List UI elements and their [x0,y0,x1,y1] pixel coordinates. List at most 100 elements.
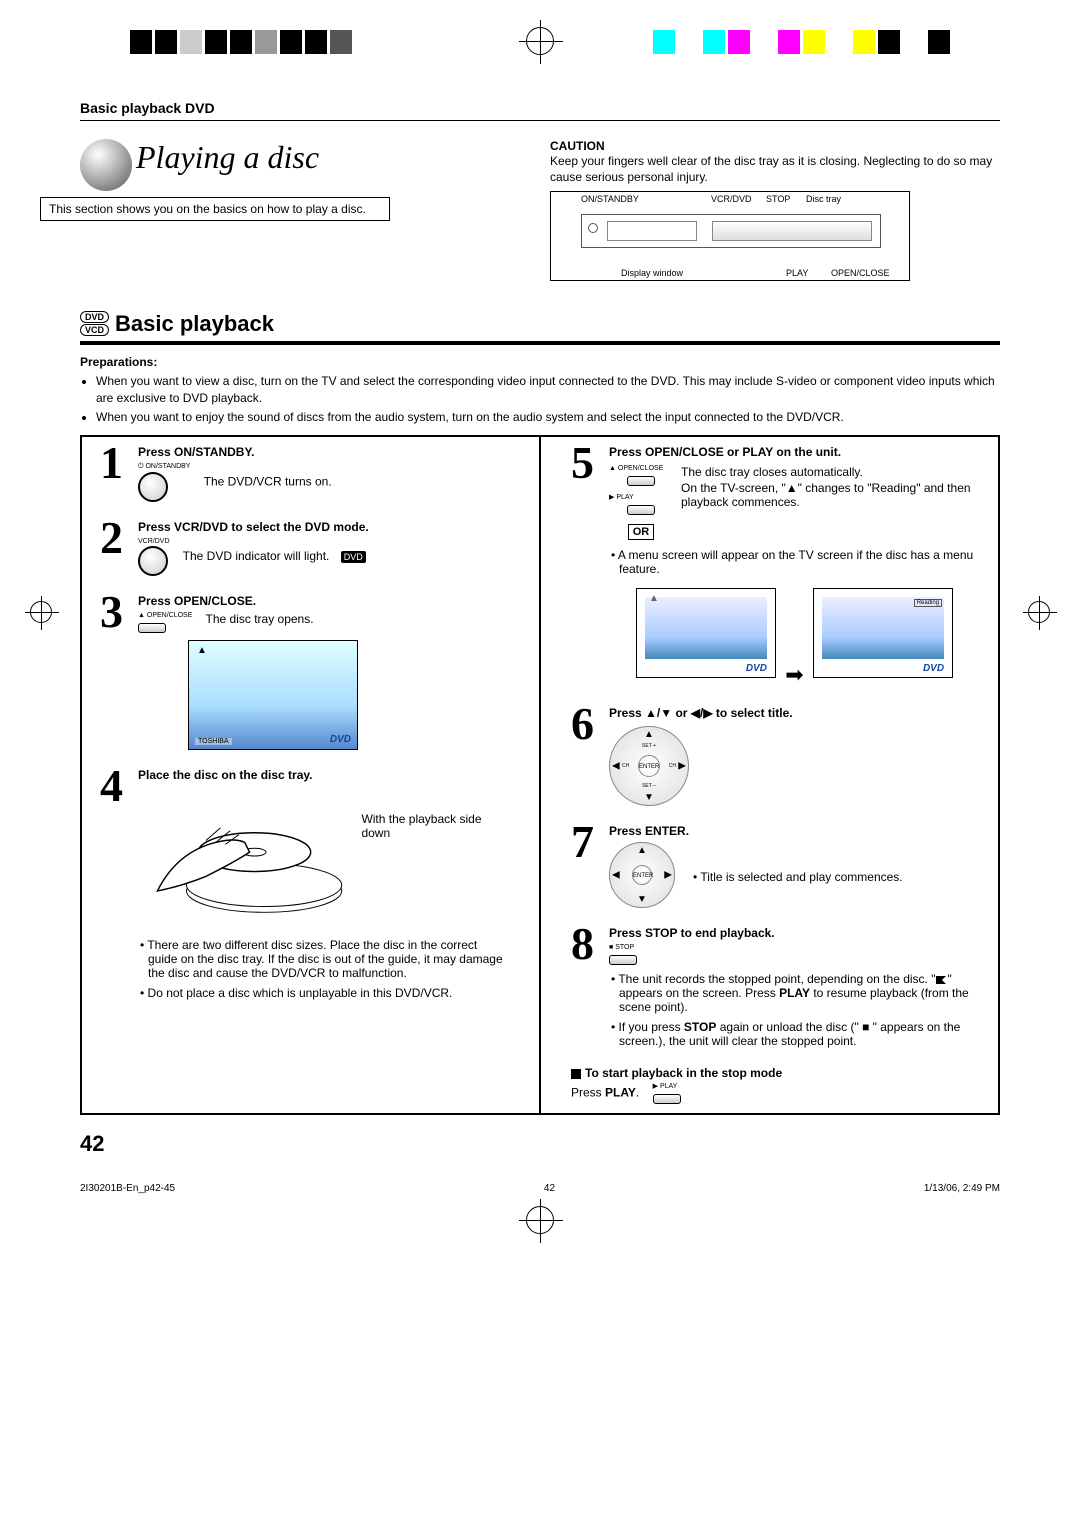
step-note: • There are two different disc sizes. Pl… [138,938,509,980]
preparations-list: When you want to view a disc, turn on th… [80,373,1000,425]
play-button-icon [653,1094,681,1104]
caution-title: CAUTION [550,139,1000,153]
step-3: 3 Press OPEN/CLOSE. ▲ OPEN/CLOSE The dis… [100,594,509,750]
title-row: Playing a disc This section shows you on… [80,139,1000,281]
prep-item: When you want to enjoy the sound of disc… [96,409,1000,425]
button-label: ▲ OPEN/CLOSE [138,612,192,619]
column-divider [539,437,541,1113]
footer-timestamp: 1/13/06, 2:49 PM [924,1183,1000,1194]
page-header: Basic playback DVD [80,100,1000,116]
reading-badge: Reading [914,599,942,607]
header-rule [80,120,1000,121]
tv-screen-tray-open: ▲ DVD TOSHIBA [188,640,358,750]
step-2: 2 Press VCR/DVD to select the DVD mode. … [100,520,509,576]
vcr-dvd-button-icon [138,546,168,576]
step-7: 7 Press ENTER. ▲▼ ◀▶ ENTER • Title is se… [571,824,980,908]
step-text: The DVD indicator will light. [183,549,330,563]
step-text: • Title is selected and play commences. [693,870,903,884]
hand-placing-disc-icon [138,782,351,932]
step-title: Press OPEN/CLOSE. [138,594,509,608]
section-heading: DVD VCD Basic playback [80,311,1000,337]
step-title: Press ▲/▼ or ◀/▶ to select title. [609,706,980,720]
footer-pagenum: 42 [544,1183,555,1194]
color-bars-right [653,30,950,54]
open-close-button-icon [627,476,655,486]
on-standby-button-icon [138,472,168,502]
manual-page: Basic playback DVD Playing a disc This s… [0,0,1080,1224]
unit-diagram: ON/STANDBY VCR/DVD STOP Disc tray Displa… [550,191,910,281]
step-title: Press ENTER. [609,824,980,838]
media-badge: DVD VCD [80,311,109,337]
step-note: • Do not place a disc which is unplayabl… [138,986,509,1000]
subsection-title: To start playback in the stop mode [585,1066,782,1080]
button-label: ▲ OPEN/CLOSE [609,465,673,472]
footer-filename: 2I30201B-En_p42-45 [80,1183,175,1194]
or-label: OR [628,524,655,540]
step-number: 1 [100,445,130,502]
caution-text: Keep your fingers well clear of the disc… [550,153,1000,185]
step-number: 7 [571,824,601,908]
brand-logo: TOSHIBA [195,738,232,745]
diagram-label-openclose: OPEN/CLOSE [831,268,890,278]
print-marks-top [0,30,1080,80]
nav-pad-icon: ▲▼ ◀▶ ENTER SET + SET – CH CH [609,726,689,806]
diagram-label-disctray: Disc tray [806,194,841,204]
tv-screen-before: ▲ DVD [636,588,776,678]
stop-button-icon [609,955,637,965]
title-sphere-icon [80,139,132,191]
eject-icon: ▲ [649,593,659,604]
step-number: 5 [571,445,601,688]
step-number: 6 [571,706,601,806]
subtitle-box: This section shows you on the basics on … [40,197,390,221]
dvd-logo-icon: DVD [746,663,767,674]
dvd-logo-icon: DVD [330,734,351,745]
registration-mark-top [526,27,554,55]
step-title: Press ON/STANDBY. [138,445,509,459]
step-1: 1 Press ON/STANDBY. ⏻ ON/STANDBY The DVD… [100,445,509,502]
square-bullet-icon [571,1069,581,1079]
restart-subsection: To start playback in the stop mode Press… [571,1066,980,1105]
eject-icon: ▲ [197,645,207,656]
dvd-indicator-icon: DVD [341,551,366,563]
button-label: ■ STOP [609,944,637,951]
restart-text: Press PLAY. ▶ PLAY [571,1082,980,1105]
step-title: Press VCR/DVD to select the DVD mode. [138,520,509,534]
arrow-right-icon: ➡ [785,662,803,688]
steps-right-column: 5 Press OPEN/CLOSE or PLAY on the unit. … [571,445,980,1105]
step-text: With the playback side down [361,812,509,840]
diagram-label-vcrdvd: VCR/DVD [711,194,752,204]
registration-mark-left [30,601,52,623]
step-title: Place the disc on the disc tray. [138,768,509,782]
step-text: The disc tray closes automatically. [681,465,980,479]
button-label: ▶ PLAY [653,1082,681,1090]
print-footer: 2I30201B-En_p42-45 42 1/13/06, 2:49 PM [80,1177,1000,1194]
preparations-title: Preparations: [80,355,1000,369]
step-number: 4 [100,768,130,1000]
diagram-label-onstandby: ON/STANDBY [581,194,639,204]
button-label: ⏻ ON/STANDBY [138,463,190,471]
step-title: Press STOP to end playback. [609,926,980,940]
diagram-label-stop: STOP [766,194,790,204]
prep-item: When you want to view a disc, turn on th… [96,373,1000,405]
color-bars-left [130,30,352,54]
step-note: • A menu screen will appear on the TV sc… [609,548,980,576]
step-note: • If you press STOP again or unload the … [609,1020,980,1048]
steps-panel: 1 Press ON/STANDBY. ⏻ ON/STANDBY The DVD… [80,435,1000,1115]
page-title: Playing a disc [136,139,319,175]
step-text: The disc tray opens. [206,612,314,626]
step-5: 5 Press OPEN/CLOSE or PLAY on the unit. … [571,445,980,688]
step-number: 8 [571,926,601,1048]
diagram-label-display: Display window [621,268,683,278]
step-8: 8 Press STOP to end playback. ■ STOP • T… [571,926,980,1048]
dvd-logo-icon: DVD [923,663,944,674]
page-number: 42 [80,1131,1000,1157]
open-close-button-icon [138,623,166,633]
button-label: ▶ PLAY [609,493,673,501]
step-text: The DVD/VCR turns on. [204,475,332,489]
step-4: 4 Place the disc on the disc tray. [100,768,509,1000]
resume-flag-icon [935,975,947,985]
diagram-label-play: PLAY [786,268,808,278]
steps-left-column: 1 Press ON/STANDBY. ⏻ ON/STANDBY The DVD… [100,445,509,1105]
button-label: VCR/DVD [138,538,170,545]
tv-screen-after: Reading DVD [813,588,953,678]
